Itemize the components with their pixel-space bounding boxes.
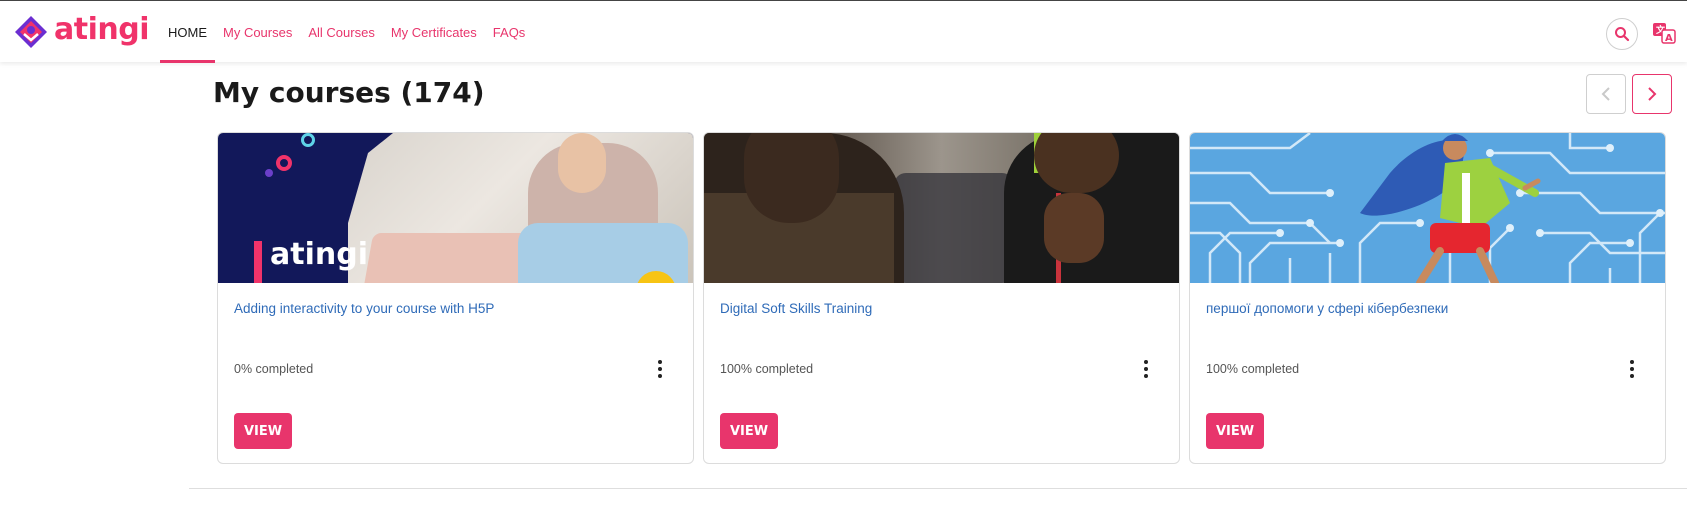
decor-dot: [265, 169, 273, 177]
language-button[interactable]: 文 A: [1652, 21, 1676, 45]
section-divider: [189, 488, 1687, 489]
course-progress: 0% completed: [234, 362, 314, 376]
brand-bar: [254, 241, 262, 283]
nav-all-courses[interactable]: All Courses: [308, 1, 374, 63]
course-card: Digital Soft Skills Training 100% comple…: [703, 132, 1180, 464]
svg-text:A: A: [1665, 33, 1673, 44]
course-image[interactable]: [704, 133, 1179, 283]
course-image[interactable]: [1190, 133, 1665, 283]
course-progress: 100% completed: [720, 362, 814, 376]
person-left-face: [744, 133, 839, 223]
course-card: першої допомоги у сфері кібербезпеки 100…: [1189, 132, 1666, 464]
course-title-link[interactable]: Digital Soft Skills Training: [720, 301, 872, 316]
nav-home[interactable]: HOME: [160, 1, 215, 63]
main-nav: HOME My Courses All Courses My Certifica…: [160, 1, 541, 63]
course-image[interactable]: atingi: [218, 133, 693, 283]
nav-faqs[interactable]: FAQs: [493, 1, 526, 63]
course-carousel: atingi Adding interactivity to your cour…: [217, 132, 1666, 464]
image-brand-text: atingi: [270, 237, 368, 272]
top-navbar: atingi HOME My Courses All Courses My Ce…: [0, 0, 1687, 63]
course-title-link[interactable]: першої допомоги у сфері кібербезпеки: [1206, 301, 1448, 316]
logo-text: atingi: [54, 12, 149, 47]
laptop-shape: [362, 233, 544, 283]
view-button[interactable]: VIEW: [720, 413, 778, 449]
chevron-left-icon: [1601, 87, 1610, 101]
decor-circle: [301, 133, 315, 147]
circuit-illustration: [1190, 133, 1665, 283]
background-chairs: [894, 173, 1014, 283]
chevron-right-icon: [1648, 87, 1657, 101]
carousel-prev-button[interactable]: [1586, 74, 1626, 114]
language-icon: 文 A: [1653, 23, 1676, 44]
course-card: atingi Adding interactivity to your cour…: [217, 132, 694, 464]
view-button[interactable]: VIEW: [234, 413, 292, 449]
more-options-icon[interactable]: [1624, 359, 1640, 379]
hand-shape: [1044, 193, 1104, 263]
nav-my-certificates[interactable]: My Certificates: [391, 1, 477, 63]
decor-circle: [276, 155, 292, 171]
more-options-icon[interactable]: [1138, 359, 1154, 379]
course-progress: 100% completed: [1206, 362, 1300, 376]
face-shape: [558, 133, 606, 193]
page-title: My courses (174): [213, 76, 485, 109]
atingi-logo[interactable]: atingi: [14, 15, 149, 49]
nav-my-courses[interactable]: My Courses: [223, 1, 292, 63]
search-button[interactable]: [1606, 18, 1638, 50]
more-options-icon[interactable]: [652, 359, 668, 379]
course-title-link[interactable]: Adding interactivity to your course with…: [234, 301, 494, 316]
carousel-next-button[interactable]: [1632, 74, 1672, 114]
search-icon: [1615, 27, 1630, 42]
view-button[interactable]: VIEW: [1206, 413, 1264, 449]
logo-mark-icon: [14, 15, 48, 49]
